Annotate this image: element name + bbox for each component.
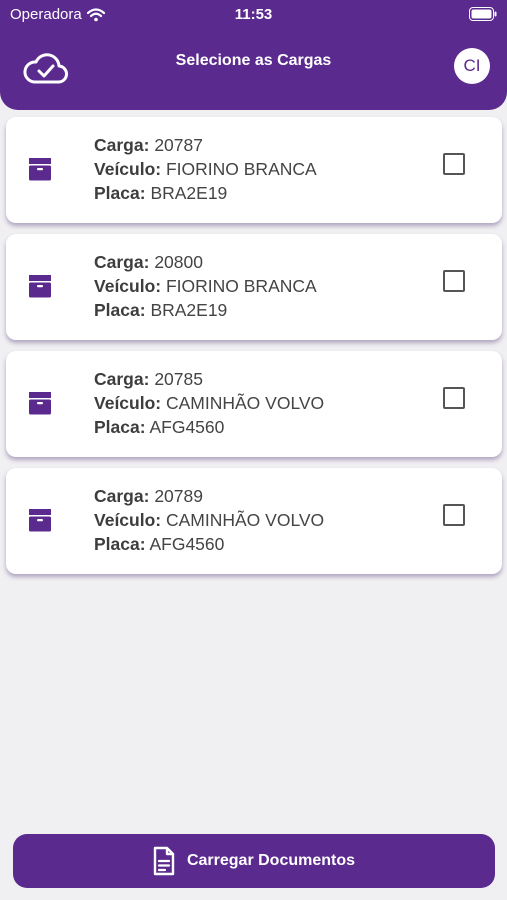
load-documents-label: Carregar Documentos — [186, 852, 356, 869]
placa-value: BRA2E19 — [150, 183, 228, 203]
load-card[interactable]: Carga: 20789 Veículo: CAMINHÃO VOLVO Pla… — [6, 468, 502, 574]
carga-label: Carga: — [94, 369, 150, 389]
clock: 11:53 — [234, 6, 273, 23]
package-icon — [29, 509, 51, 532]
load-card[interactable]: Carga: 20800 Veículo: FIORINO BRANCA Pla… — [6, 234, 502, 340]
loads-list: Carga: 20787 Veículo: FIORINO BRANCA Pla… — [6, 117, 502, 585]
veiculo-label: Veículo: — [94, 159, 162, 179]
load-checkbox[interactable] — [443, 153, 465, 175]
load-card[interactable]: Carga: 20787 Veículo: FIORINO BRANCA Pla… — [6, 117, 502, 223]
veiculo-label: Veículo: — [94, 510, 162, 530]
package-icon — [29, 275, 51, 298]
veiculo-label: Veículo: — [94, 276, 162, 296]
carga-label: Carga: — [94, 135, 150, 155]
veiculo-value: FIORINO BRANCA — [165, 159, 317, 179]
placa-value: AFG4560 — [149, 417, 225, 437]
carga-value: 20785 — [154, 369, 203, 389]
carga-value: 20787 — [154, 135, 203, 155]
load-info: Carga: 20800 Veículo: FIORINO BRANCA Pla… — [94, 250, 317, 322]
load-info: Carga: 20789 Veículo: CAMINHÃO VOLVO Pla… — [94, 484, 324, 556]
package-icon — [29, 158, 51, 181]
veiculo-value: FIORINO BRANCA — [165, 276, 317, 296]
app-header: Operadora 11:53 Selecione as Cargas CI — [0, 0, 507, 110]
document-icon — [153, 846, 175, 876]
load-info: Carga: 20787 Veículo: FIORINO BRANCA Pla… — [94, 133, 317, 205]
status-bar: Operadora 11:53 — [0, 0, 507, 28]
placa-label: Placa: — [94, 534, 146, 554]
page-title: Selecione as Cargas — [175, 52, 332, 69]
carga-value: 20789 — [154, 486, 203, 506]
veiculo-value: CAMINHÃO VOLVO — [165, 393, 325, 413]
placa-label: Placa: — [94, 300, 146, 320]
placa-value: BRA2E19 — [150, 300, 228, 320]
navigation-bar: Selecione as Cargas CI — [0, 40, 507, 92]
carga-label: Carga: — [94, 486, 150, 506]
load-documents-button[interactable]: Carregar Documentos — [13, 834, 495, 888]
load-checkbox[interactable] — [443, 387, 465, 409]
placa-label: Placa: — [94, 417, 146, 437]
load-info: Carga: 20785 Veículo: CAMINHÃO VOLVO Pla… — [94, 367, 324, 439]
carga-label: Carga: — [94, 252, 150, 272]
load-checkbox[interactable] — [443, 270, 465, 292]
placa-value: AFG4560 — [149, 534, 225, 554]
load-card[interactable]: Carga: 20785 Veículo: CAMINHÃO VOLVO Pla… — [6, 351, 502, 457]
carga-value: 20800 — [154, 252, 203, 272]
avatar[interactable]: CI — [454, 48, 490, 84]
placa-label: Placa: — [94, 183, 146, 203]
veiculo-label: Veículo: — [94, 393, 162, 413]
package-icon — [29, 392, 51, 415]
veiculo-value: CAMINHÃO VOLVO — [165, 510, 325, 530]
battery-icon — [469, 7, 497, 21]
load-checkbox[interactable] — [443, 504, 465, 526]
